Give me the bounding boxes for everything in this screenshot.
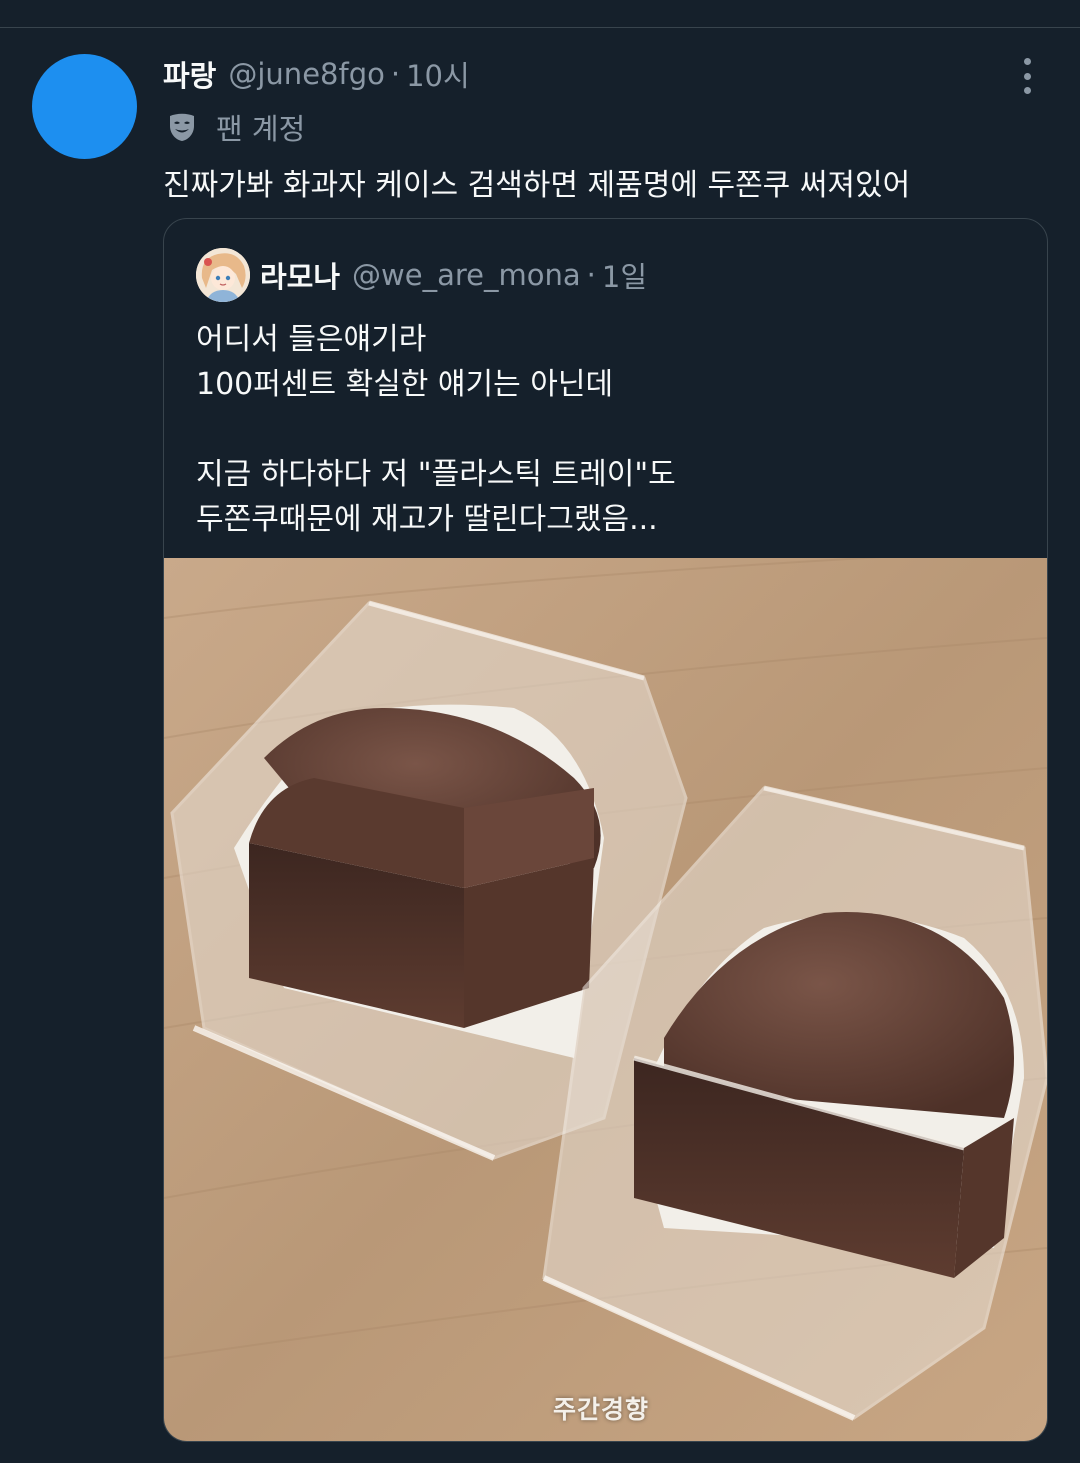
author-handle[interactable]: @june8fgo bbox=[228, 57, 384, 91]
fan-account-label: 팬 계정 bbox=[216, 112, 306, 146]
theater-mask-icon bbox=[170, 113, 194, 141]
tweet-time[interactable]: 10시 bbox=[406, 53, 470, 95]
author-avatar[interactable] bbox=[32, 54, 137, 159]
quoted-author-handle[interactable]: @we_are_mona bbox=[352, 258, 581, 292]
quoted-tweet[interactable]: 라모나 @we_are_mona · 1일 어디서 들은얘기라 100퍼센트 확… bbox=[163, 218, 1048, 1442]
more-options-icon[interactable] bbox=[1013, 58, 1041, 94]
cookie-tray-photo bbox=[164, 558, 1047, 1441]
tweet-text: 진짜가봐 화과자 케이스 검색하면 제품명에 두쫀쿠 써져있어 bbox=[163, 168, 911, 203]
image-watermark: 주간경향 bbox=[553, 1395, 650, 1424]
quoted-author-avatar[interactable] bbox=[196, 248, 250, 302]
quoted-author-name[interactable]: 라모나 bbox=[260, 254, 340, 296]
quoted-tweet-header: 라모나 @we_are_mona · 1일 bbox=[260, 255, 647, 295]
quoted-text-line: 100퍼센트 확실한 얘기는 아닌데 bbox=[196, 367, 614, 402]
quoted-text-line: 지금 하다하다 저 "플라스틱 트레이"도 bbox=[196, 457, 676, 492]
tweet-header: 파랑 @june8fgo · 10시 bbox=[163, 54, 470, 94]
anime-avatar-icon bbox=[196, 248, 250, 302]
top-divider bbox=[0, 27, 1080, 28]
separator-dot: · bbox=[390, 57, 401, 91]
quoted-text-line bbox=[196, 407, 676, 452]
fan-account-badge: 팬 계정 bbox=[165, 107, 305, 147]
quoted-text-line: 두쫀쿠때문에 재고가 딸린다그랬음... bbox=[196, 502, 658, 537]
quoted-tweet-time[interactable]: 1일 bbox=[602, 254, 647, 296]
quoted-separator-dot: · bbox=[586, 258, 596, 292]
quoted-tweet-text: 어디서 들은얘기라 100퍼센트 확실한 얘기는 아닌데 지금 하다하다 저 "… bbox=[196, 317, 676, 542]
author-name[interactable]: 파랑 bbox=[163, 53, 216, 95]
quoted-text-line: 어디서 들은얘기라 bbox=[196, 322, 427, 357]
quoted-tweet-image[interactable]: 주간경향 bbox=[164, 558, 1047, 1441]
